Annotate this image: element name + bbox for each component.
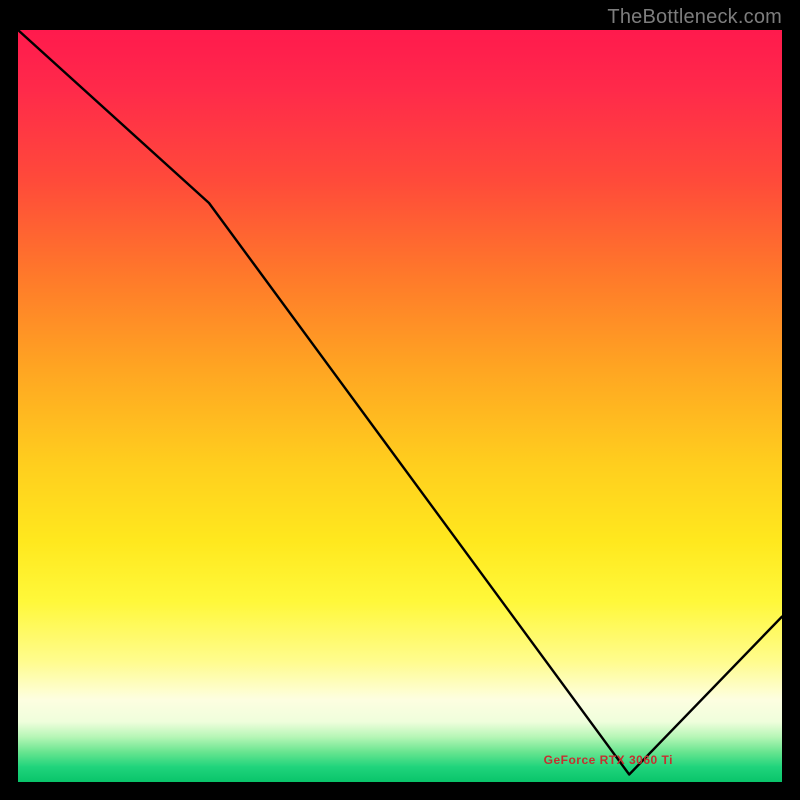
curve-polyline xyxy=(18,30,782,775)
plot-area: GeForce RTX 3060 Ti xyxy=(18,30,782,782)
watermark-text: TheBottleneck.com xyxy=(607,6,782,29)
product-annotation: GeForce RTX 3060 Ti xyxy=(544,753,673,767)
chart-frame: TheBottleneck.com GeForce RTX 3060 Ti xyxy=(0,0,800,800)
bottleneck-line xyxy=(18,30,782,782)
